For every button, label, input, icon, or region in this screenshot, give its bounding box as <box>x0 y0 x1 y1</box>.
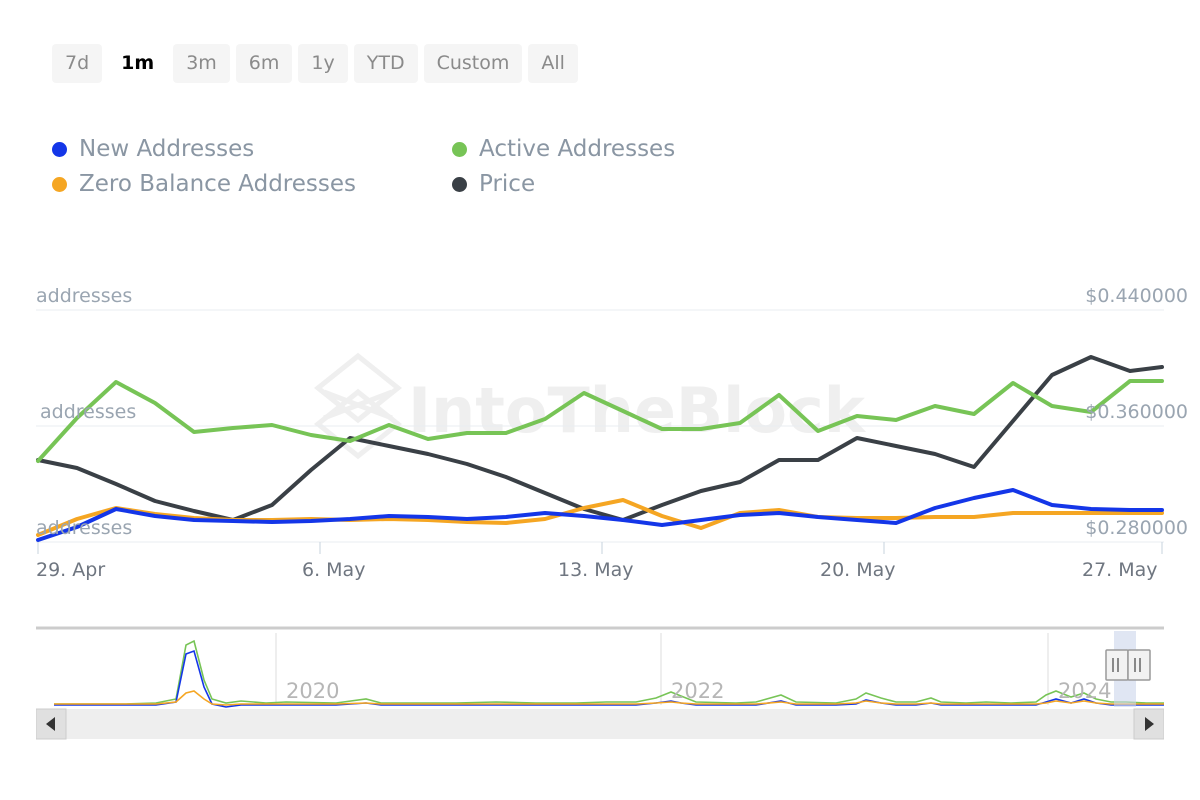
range-button-1m[interactable]: 1m <box>108 44 167 83</box>
y-axis-left-label-bottom: addresses <box>36 517 132 539</box>
x-axis-label-3: 20. May <box>820 559 896 581</box>
navigator-year-label-2024: 2024 <box>1058 679 1111 703</box>
navigator-scrollbar-track[interactable] <box>36 709 1164 739</box>
range-button-1y[interactable]: 1y <box>298 44 347 83</box>
navigator-scroll-left-button[interactable] <box>36 709 66 739</box>
navigator-handle-right[interactable] <box>1128 650 1150 680</box>
intotheblock-watermark: IntoTheBlock <box>318 356 867 456</box>
chart-plot-svg: IntoTheBlock addresses addresses address… <box>0 270 1200 590</box>
main-chart[interactable]: IntoTheBlock addresses addresses address… <box>0 270 1200 590</box>
x-axis-label-1: 6. May <box>302 559 365 581</box>
navigator-svg: 2020 2022 2024 <box>36 625 1164 740</box>
y-axis-left-label-middle: addresses <box>40 401 136 423</box>
range-button-3m[interactable]: 3m <box>173 44 230 83</box>
legend-item-new-addresses[interactable]: New Addresses <box>52 138 452 161</box>
range-button-6m[interactable]: 6m <box>236 44 293 83</box>
navigator-year-label-2022: 2022 <box>671 679 724 703</box>
legend-item-active-addresses[interactable]: Active Addresses <box>452 138 772 161</box>
range-button-ytd[interactable]: YTD <box>354 44 418 83</box>
x-axis-label-0: 29. Apr <box>36 559 105 581</box>
chart-navigator[interactable]: 2020 2022 2024 <box>36 625 1164 740</box>
legend-dot-icon-price <box>452 177 467 192</box>
legend-label-zero-balance-addresses: Zero Balance Addresses <box>79 173 356 196</box>
legend-dot-icon-active-addresses <box>452 142 467 157</box>
legend-item-zero-balance-addresses[interactable]: Zero Balance Addresses <box>52 173 452 196</box>
legend-label-price: Price <box>479 173 535 196</box>
legend-dot-icon-zero-balance-addresses <box>52 177 67 192</box>
y-axis-right-label-top: $0.440000 <box>1085 285 1188 307</box>
x-axis-label-4: 27. May <box>1082 559 1158 581</box>
navigator-handle-left[interactable] <box>1106 650 1128 680</box>
navigator-series-active-addresses <box>54 641 1164 704</box>
legend-item-price[interactable]: Price <box>452 173 772 196</box>
legend-label-new-addresses: New Addresses <box>79 138 254 161</box>
x-axis-label-2: 13. May <box>558 559 634 581</box>
y-axis-left-label-top: addresses <box>36 285 132 307</box>
navigator-scroll-right-button[interactable] <box>1134 709 1164 739</box>
legend-dot-icon-new-addresses <box>52 142 67 157</box>
chart-legend: New Addresses Active Addresses Zero Bala… <box>52 132 772 202</box>
range-button-all[interactable]: All <box>528 44 578 83</box>
y-axis-right-label-bottom: $0.280000 <box>1085 517 1188 539</box>
navigator-year-label-2020: 2020 <box>286 679 339 703</box>
y-axis-right-label-middle: $0.360000 <box>1085 401 1188 423</box>
range-button-custom[interactable]: Custom <box>424 44 523 83</box>
range-selector: 7d 1m 3m 6m 1y YTD Custom All <box>52 44 578 83</box>
legend-label-active-addresses: Active Addresses <box>479 138 675 161</box>
range-button-7d[interactable]: 7d <box>52 44 102 83</box>
navigator-series-new-addresses <box>54 651 1164 707</box>
